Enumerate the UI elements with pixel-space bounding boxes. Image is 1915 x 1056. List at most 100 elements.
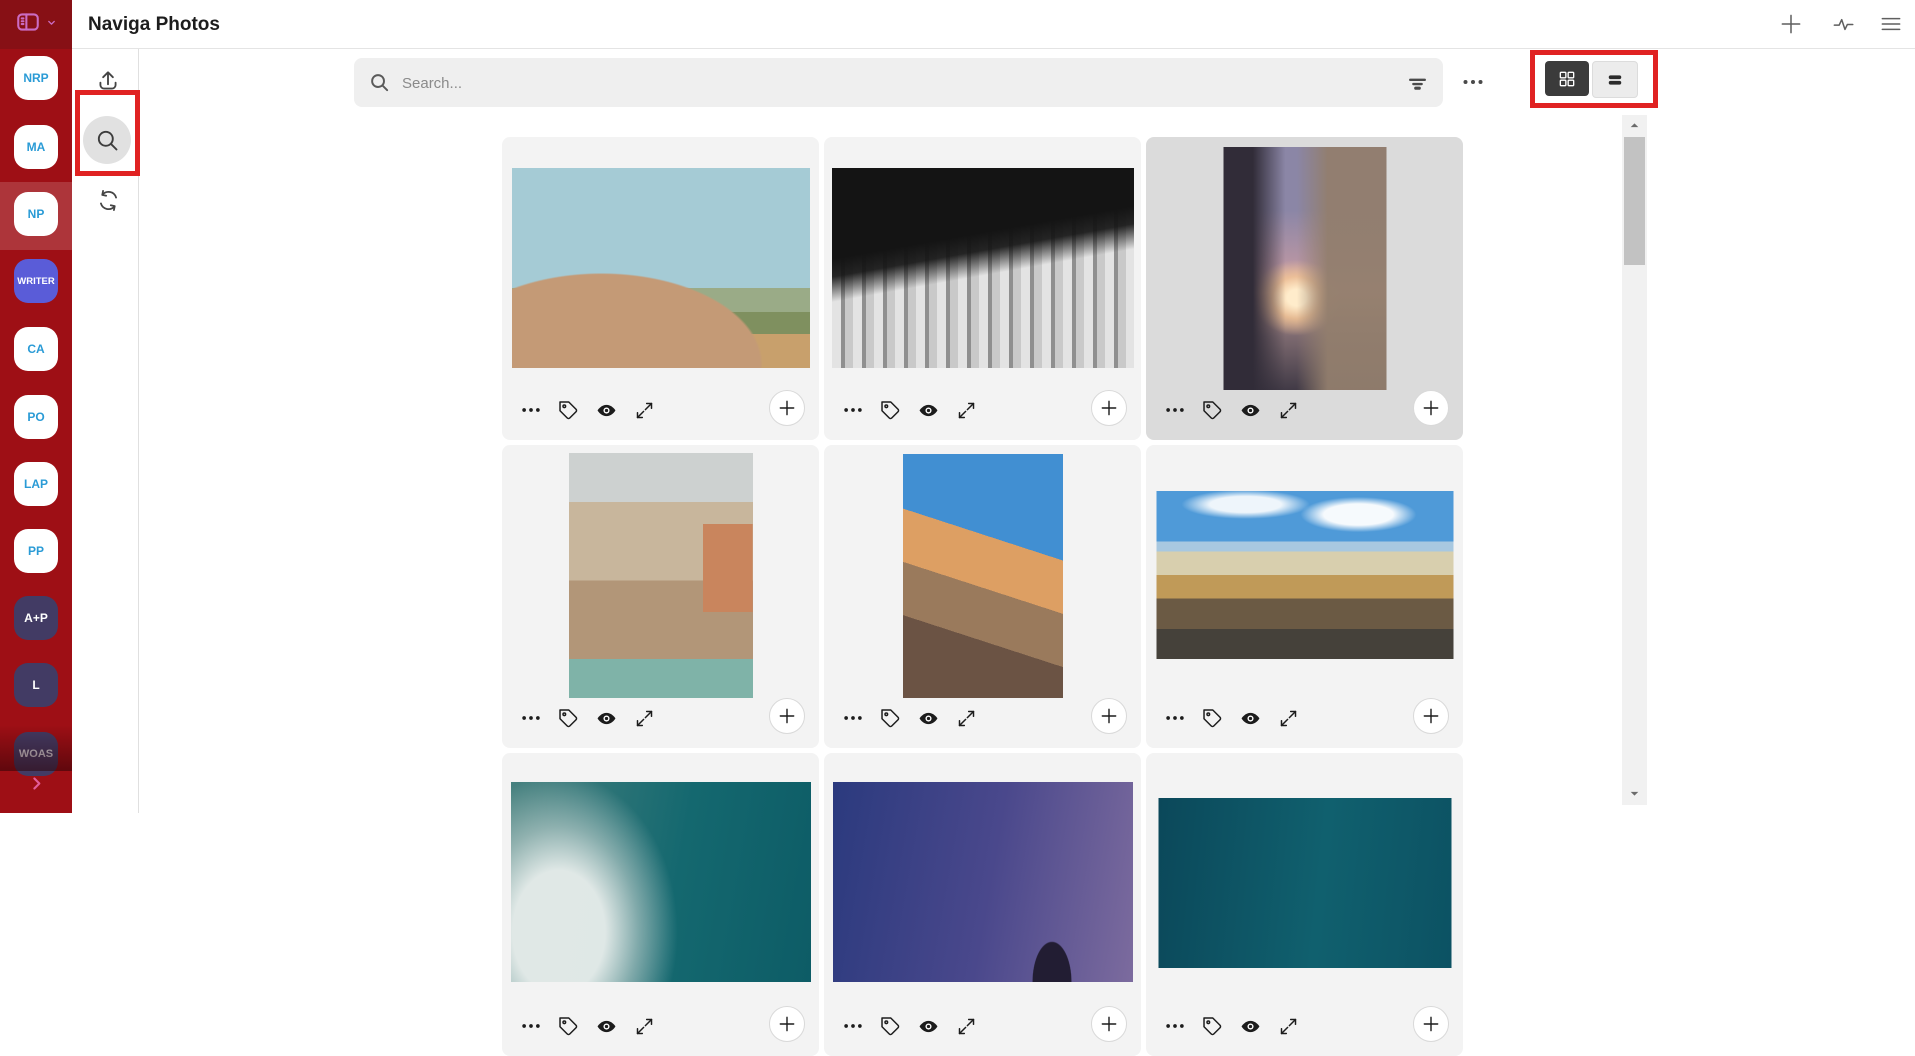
more-options-icon[interactable]	[518, 1014, 543, 1039]
photo-thumbnail[interactable]	[568, 453, 753, 698]
sidebar-item-writer[interactable]: WRITER	[14, 259, 58, 303]
add-to-collection-button[interactable]	[1413, 390, 1449, 426]
expand-icon[interactable]	[632, 398, 657, 423]
tags-icon[interactable]	[878, 706, 903, 731]
sidebar-item-lap[interactable]: LAP	[14, 462, 58, 506]
photo-thumbnail[interactable]	[832, 782, 1133, 982]
sidebar-item-np[interactable]: NP	[14, 192, 58, 236]
photo-thumbnail[interactable]	[511, 168, 810, 368]
photo-card[interactable]	[824, 753, 1141, 1056]
expand-icon[interactable]	[954, 706, 979, 731]
photo-card[interactable]	[502, 137, 819, 440]
card-action-bar	[840, 1007, 979, 1045]
expand-icon[interactable]	[1276, 398, 1301, 423]
workspace-switcher[interactable]	[0, 0, 72, 49]
preview-icon[interactable]	[594, 1014, 619, 1039]
photo-card[interactable]	[502, 445, 819, 748]
tags-icon[interactable]	[556, 398, 581, 423]
add-to-collection-button[interactable]	[769, 1006, 805, 1042]
more-options-icon[interactable]	[1162, 1014, 1187, 1039]
photo-card[interactable]	[502, 753, 819, 1056]
preview-icon[interactable]	[916, 1014, 941, 1039]
preview-icon[interactable]	[594, 398, 619, 423]
card-action-bar	[518, 1007, 657, 1045]
more-options-icon[interactable]	[1162, 398, 1187, 423]
preview-icon[interactable]	[594, 706, 619, 731]
more-options-icon[interactable]	[840, 706, 865, 731]
vertical-scrollbar[interactable]	[1622, 115, 1647, 805]
expand-icon[interactable]	[954, 1014, 979, 1039]
more-options-icon[interactable]	[840, 1014, 865, 1039]
more-options-icon[interactable]	[518, 398, 543, 423]
tags-icon[interactable]	[556, 706, 581, 731]
sidebar-item-po[interactable]: PO	[14, 395, 58, 439]
filter-icon[interactable]	[1403, 69, 1431, 97]
search-input[interactable]	[400, 58, 1344, 109]
photo-thumbnail[interactable]	[831, 168, 1134, 368]
preview-icon[interactable]	[916, 398, 941, 423]
card-action-bar	[1162, 391, 1301, 429]
expand-icon[interactable]	[1276, 1014, 1301, 1039]
activity-button[interactable]	[1828, 10, 1858, 38]
search-tool-button[interactable]	[83, 116, 131, 164]
expand-icon[interactable]	[1276, 706, 1301, 731]
create-button[interactable]	[1776, 10, 1806, 38]
page-title: Naviga Photos	[88, 14, 220, 35]
more-options-icon[interactable]	[518, 706, 543, 731]
search-icon	[368, 71, 391, 99]
expand-icon[interactable]	[954, 398, 979, 423]
card-action-bar	[1162, 699, 1301, 737]
preview-icon[interactable]	[1238, 706, 1263, 731]
photo-thumbnail[interactable]	[510, 782, 811, 982]
photo-thumbnail[interactable]	[1158, 798, 1451, 968]
tags-icon[interactable]	[556, 1014, 581, 1039]
photo-thumbnail[interactable]	[902, 454, 1063, 698]
expand-icon[interactable]	[632, 1014, 657, 1039]
add-to-collection-button[interactable]	[1091, 1006, 1127, 1042]
photo-thumbnail[interactable]	[1223, 147, 1386, 390]
preview-icon[interactable]	[916, 706, 941, 731]
card-action-bar	[1162, 1007, 1301, 1045]
sidebar-item-l[interactable]: L	[14, 663, 58, 707]
photo-card[interactable]	[824, 137, 1141, 440]
add-to-collection-button[interactable]	[1091, 698, 1127, 734]
list-view-button[interactable]	[1592, 61, 1638, 98]
sidebar-item-ma[interactable]: MA	[14, 125, 58, 169]
grid-view-button[interactable]	[1545, 61, 1589, 96]
tags-icon[interactable]	[1200, 1014, 1225, 1039]
photo-card[interactable]	[1146, 753, 1463, 1056]
chevron-down-icon	[45, 16, 58, 34]
sidebar-item-pp[interactable]: PP	[14, 529, 58, 573]
tags-icon[interactable]	[878, 398, 903, 423]
sidebar-item-a-p[interactable]: A+P	[14, 596, 58, 640]
scroll-up-button[interactable]	[1622, 117, 1647, 133]
add-to-collection-button[interactable]	[1413, 1006, 1449, 1042]
more-options-icon[interactable]	[840, 398, 865, 423]
sidebar-item-nrp[interactable]: NRP	[14, 56, 58, 100]
tags-icon[interactable]	[1200, 398, 1225, 423]
expand-icon[interactable]	[632, 706, 657, 731]
photo-card[interactable]	[1146, 445, 1463, 748]
photo-thumbnail[interactable]	[1156, 491, 1453, 659]
add-to-collection-button[interactable]	[769, 390, 805, 426]
add-to-collection-button[interactable]	[769, 698, 805, 734]
photo-card[interactable]	[824, 445, 1141, 748]
photo-card-selected[interactable]	[1146, 137, 1463, 440]
more-options-icon[interactable]	[1162, 706, 1187, 731]
preview-icon[interactable]	[1238, 398, 1263, 423]
menu-button[interactable]	[1876, 10, 1906, 38]
add-to-collection-button[interactable]	[1091, 390, 1127, 426]
tags-icon[interactable]	[1200, 706, 1225, 731]
sidebar-item-ca[interactable]: CA	[14, 327, 58, 371]
scroll-down-button[interactable]	[1622, 785, 1647, 801]
app-sidebar: NRP MA NP WRITER CA PO LAP PP A+P L WOAS	[0, 49, 72, 813]
sidebar-expand-button[interactable]	[0, 763, 72, 803]
scrollbar-thumb[interactable]	[1624, 137, 1645, 265]
add-to-collection-button[interactable]	[1413, 698, 1449, 734]
preview-icon[interactable]	[1238, 1014, 1263, 1039]
upload-button[interactable]	[89, 62, 127, 100]
toolbar-more-options-icon[interactable]	[1456, 70, 1490, 94]
refresh-button[interactable]	[89, 181, 127, 219]
tags-icon[interactable]	[878, 1014, 903, 1039]
naviga-photos-app: { "app": { "title": "Naviga Photos" }, "…	[0, 0, 1915, 1056]
